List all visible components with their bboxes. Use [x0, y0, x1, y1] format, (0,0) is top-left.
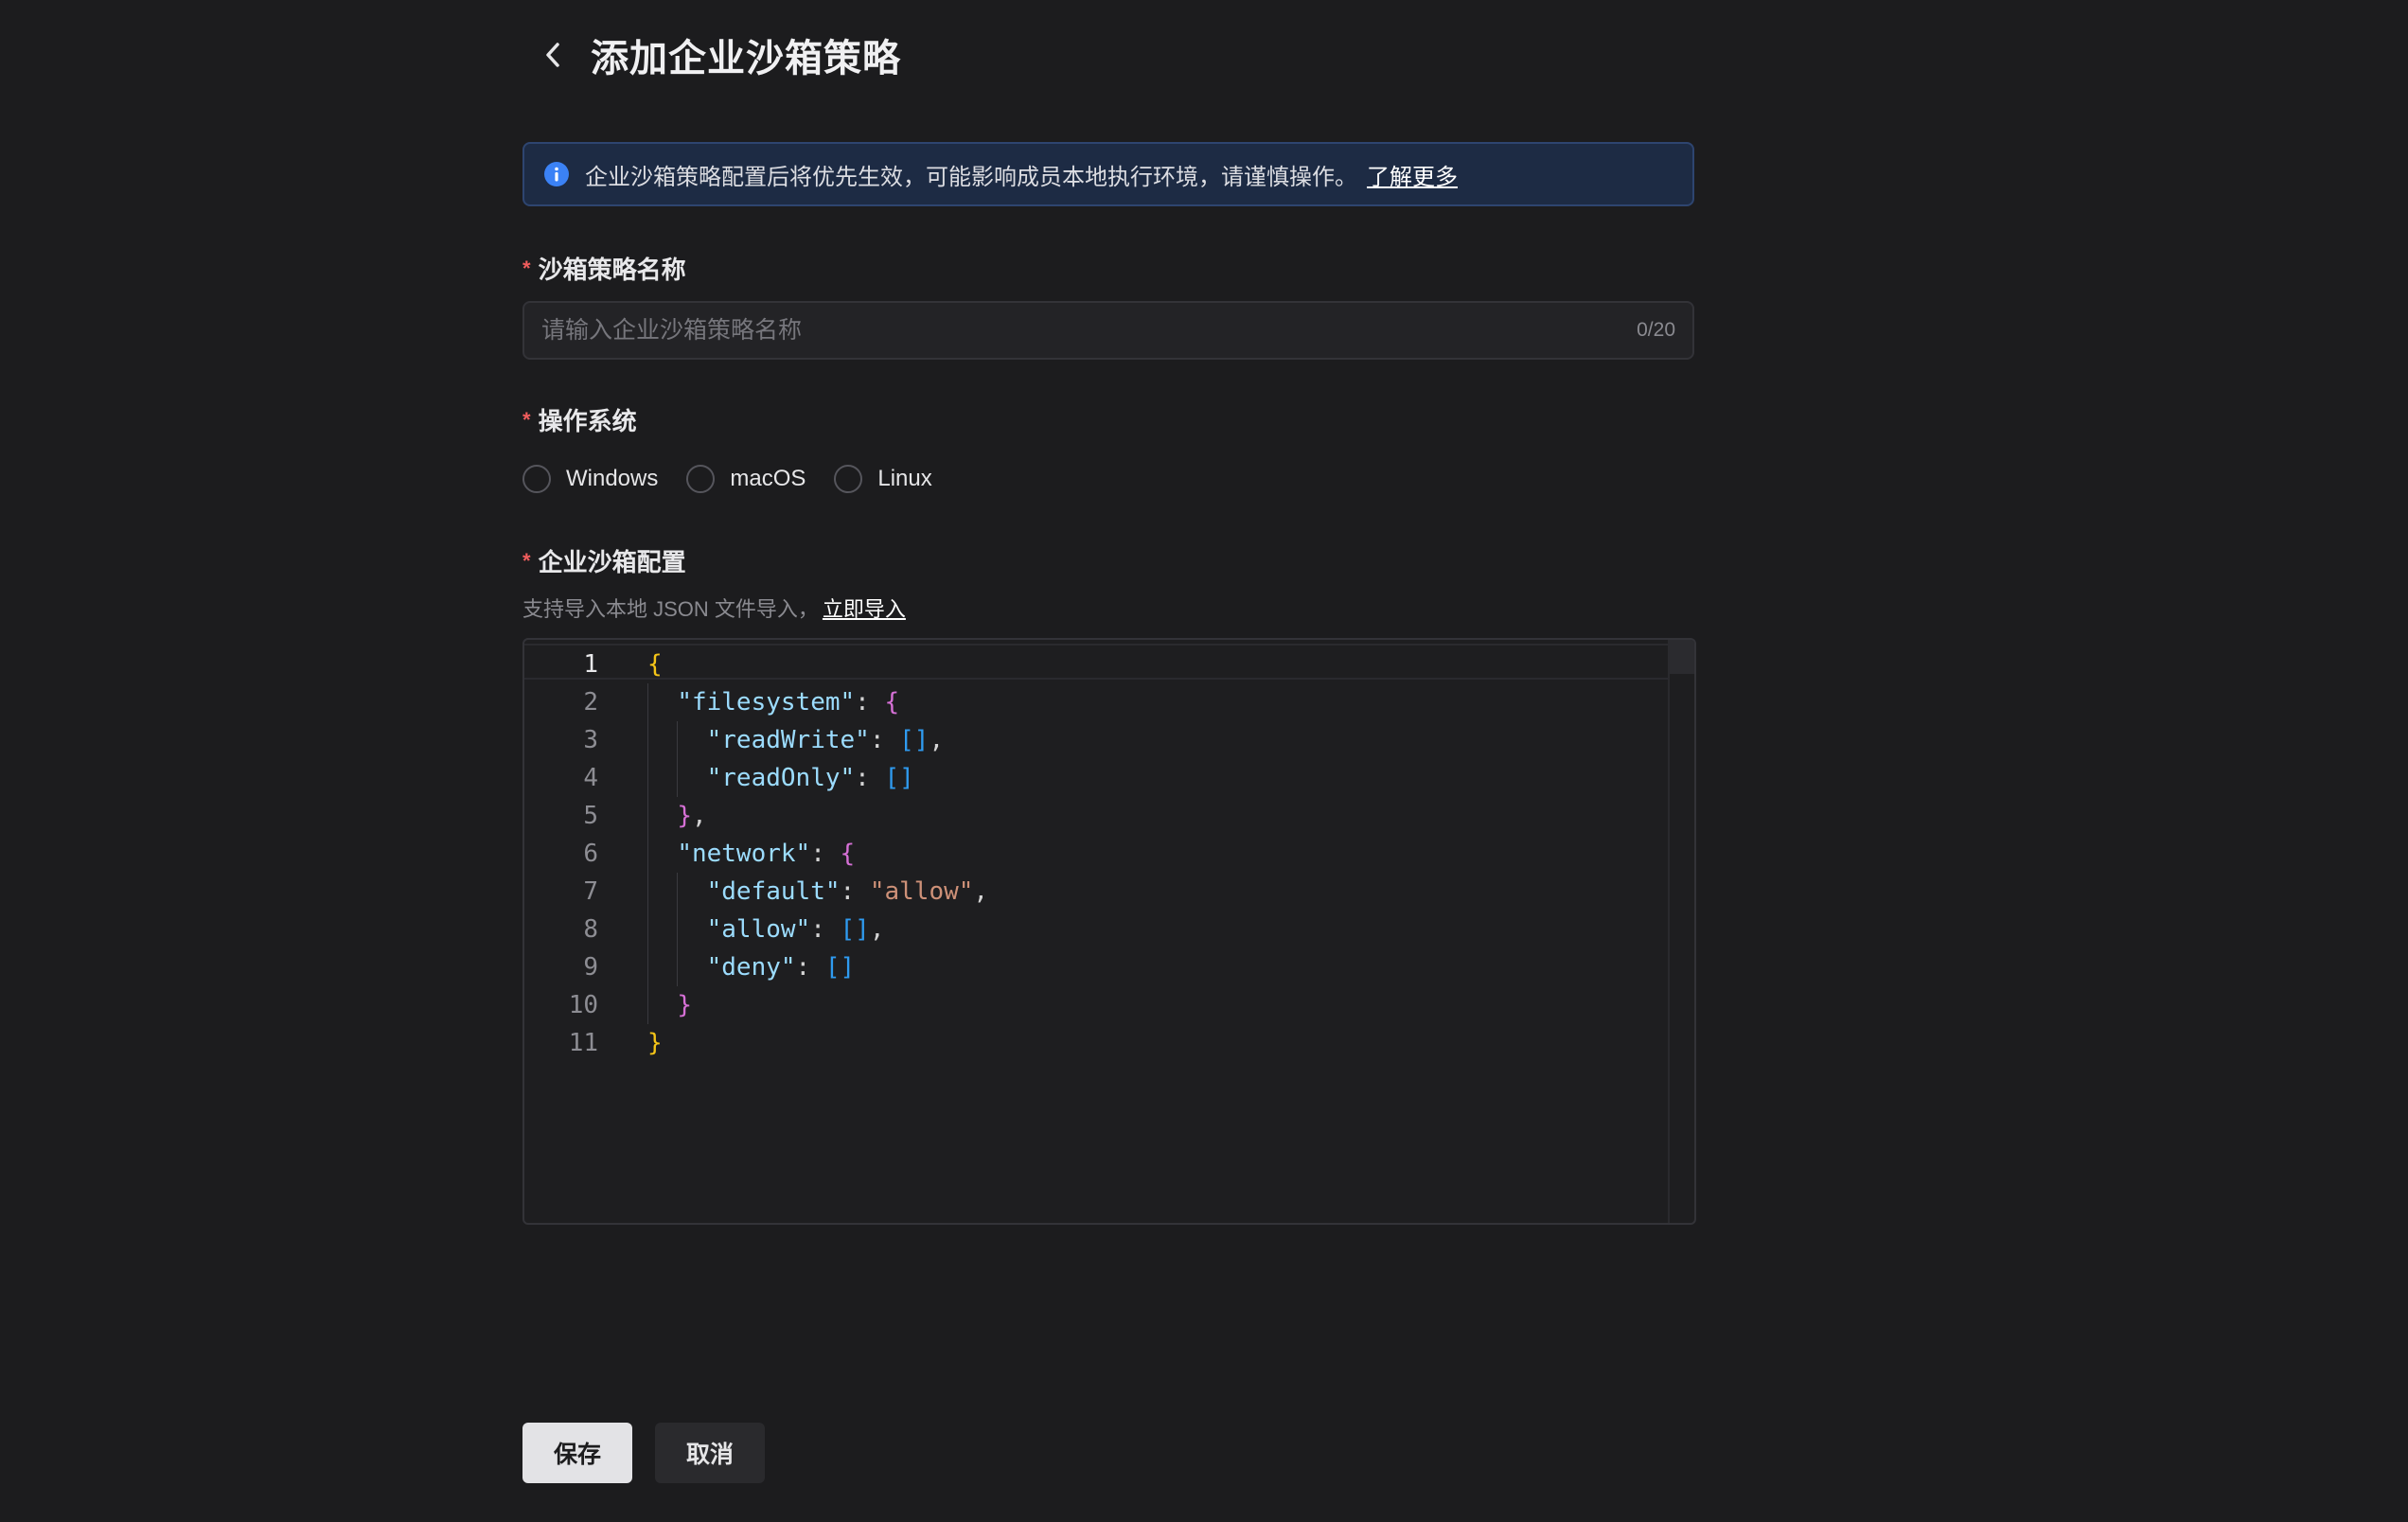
line-number: 7	[583, 877, 598, 906]
code-content: "readWrite": [],	[647, 721, 944, 759]
radio-label: Windows	[566, 466, 659, 491]
required-mark: *	[522, 548, 531, 573]
info-circle-icon	[543, 161, 570, 187]
line-number: 2	[583, 688, 598, 717]
back-button[interactable]	[526, 28, 579, 81]
code-lines: 1 { 2 "filesystem": { 3 "readWrite": [],…	[524, 646, 988, 1062]
form-actions: 保存 取消	[522, 1423, 765, 1483]
json-code-editor[interactable]: 1 { 2 "filesystem": { 3 "readWrite": [],…	[522, 638, 1696, 1225]
line-number: 1	[583, 650, 598, 679]
policy-name-label-text: 沙箱策略名称	[538, 256, 686, 284]
os-radio-macos[interactable]: macOS	[686, 465, 806, 493]
line-number: 3	[583, 726, 598, 754]
os-radio-group: Windows macOS Linux	[522, 460, 961, 498]
radio-circle[interactable]	[522, 465, 551, 493]
code-content: }	[647, 1029, 663, 1057]
code-line: 9 "deny": []	[524, 948, 988, 986]
scrollbar-thumb[interactable]	[1670, 640, 1694, 674]
radio-circle[interactable]	[686, 465, 716, 493]
code-line: 10 }	[524, 986, 988, 1024]
code-line: 1 {	[524, 646, 988, 683]
import-hint-text: 支持导入本地 JSON 文件导入，	[522, 597, 819, 621]
code-line: 4 "readOnly": []	[524, 759, 988, 797]
learn-more-link[interactable]: 了解更多	[1367, 158, 1458, 191]
code-content: "filesystem": {	[647, 683, 899, 721]
line-number: 9	[583, 953, 598, 982]
code-content: },	[647, 797, 707, 835]
info-notice: 企业沙箱策略配置后将优先生效，可能影响成员本地执行环境，请谨慎操作。 了解更多	[522, 142, 1694, 206]
code-content: "readOnly": []	[647, 759, 914, 797]
page-header: 添加企业沙箱策略	[522, 28, 901, 81]
line-number: 6	[583, 840, 598, 868]
save-button[interactable]: 保存	[522, 1423, 632, 1483]
page: 添加企业沙箱策略 企业沙箱策略配置后将优先生效，可能影响成员本地执行环境，请谨慎…	[0, 0, 2408, 1522]
radio-circle[interactable]	[834, 465, 863, 493]
line-number: 10	[568, 991, 598, 1019]
policy-name-field: 0/20	[522, 301, 1694, 360]
import-now-link[interactable]: 立即导入	[823, 593, 906, 623]
config-label: * 企业沙箱配置	[522, 543, 686, 578]
code-content: {	[647, 650, 663, 679]
policy-name-input[interactable]	[524, 315, 1638, 345]
os-label-text: 操作系统	[538, 407, 637, 435]
code-line: 8 "allow": [],	[524, 911, 988, 948]
code-content: "deny": []	[647, 948, 855, 986]
code-content: "default": "allow",	[647, 873, 988, 911]
line-number: 8	[583, 915, 598, 944]
required-mark: *	[522, 256, 531, 280]
os-label: * 操作系统	[522, 402, 637, 437]
required-mark: *	[522, 407, 531, 432]
code-line: 7 "default": "allow",	[524, 873, 988, 911]
radio-label: macOS	[730, 466, 806, 491]
radio-label: Linux	[877, 466, 932, 491]
cancel-button[interactable]: 取消	[655, 1423, 765, 1483]
code-content: }	[647, 986, 692, 1024]
import-hint: 支持导入本地 JSON 文件导入， 立即导入	[522, 593, 906, 623]
config-label-text: 企业沙箱配置	[538, 548, 686, 576]
notice-text: 企业沙箱策略配置后将优先生效，可能影响成员本地执行环境，请谨慎操作。	[585, 164, 1357, 190]
os-radio-linux[interactable]: Linux	[834, 465, 932, 493]
os-radio-windows[interactable]: Windows	[522, 465, 658, 493]
line-number: 5	[583, 802, 598, 830]
code-line: 3 "readWrite": [],	[524, 721, 988, 759]
char-counter: 0/20	[1637, 319, 1675, 341]
code-content: "allow": [],	[647, 911, 884, 948]
editor-scrollbar[interactable]	[1668, 640, 1694, 1223]
code-line: 5 },	[524, 797, 988, 835]
code-line: 11 }	[524, 1024, 988, 1062]
code-content: "network": {	[647, 835, 855, 873]
page-title: 添加企业沙箱策略	[591, 38, 901, 80]
code-line: 6 "network": {	[524, 835, 988, 873]
line-number: 11	[568, 1029, 598, 1057]
chevron-left-icon	[546, 43, 559, 67]
line-number: 4	[583, 764, 598, 792]
policy-name-label: * 沙箱策略名称	[522, 251, 686, 286]
code-line: 2 "filesystem": {	[524, 683, 988, 721]
